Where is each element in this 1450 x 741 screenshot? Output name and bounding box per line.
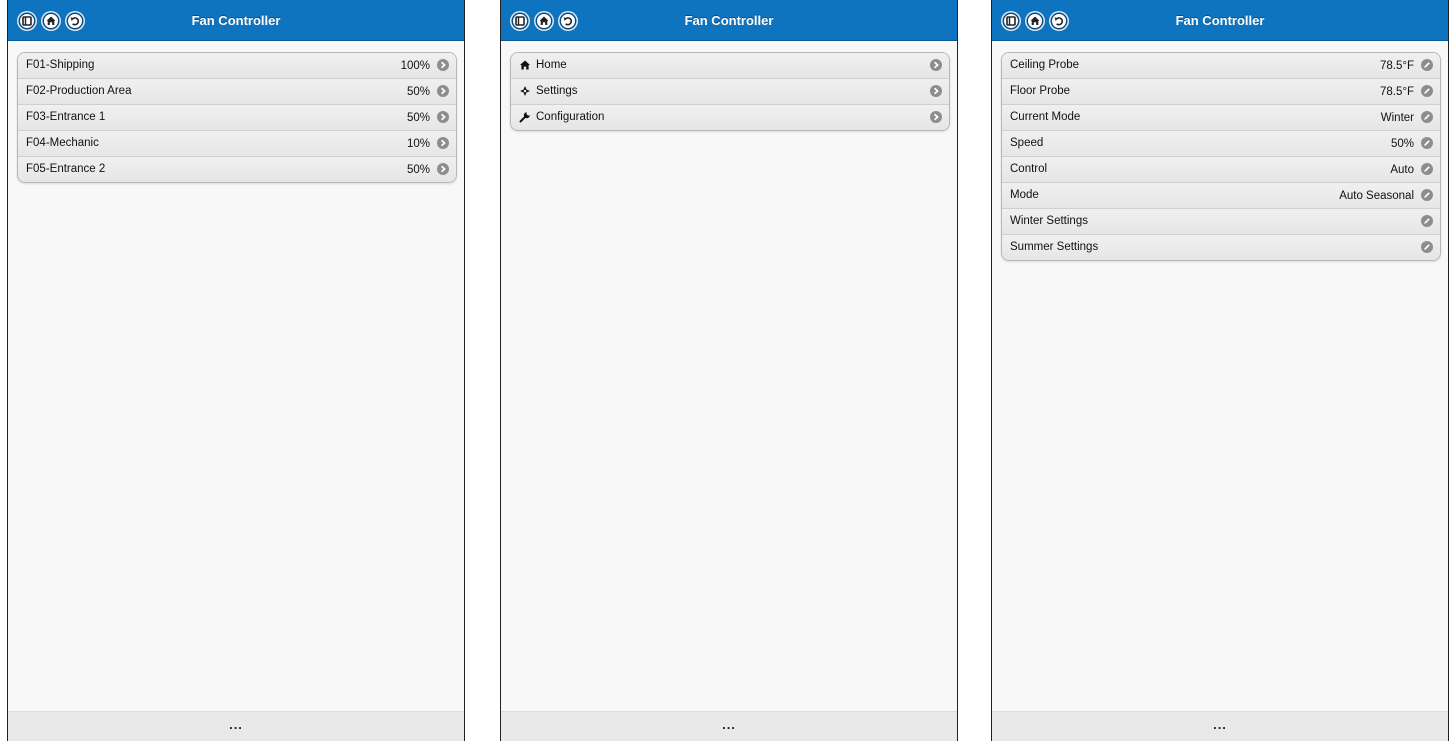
fan-speed: 10% [406, 138, 430, 150]
edit-icon [1421, 111, 1433, 123]
nav-menu: Home Settings Configuration [510, 52, 950, 131]
fan-list: F01-Shipping 100% F02-Production Area 50… [17, 52, 457, 183]
fan-label: F05-Entrance 2 [26, 163, 106, 175]
setting-value: Winter [1380, 112, 1414, 124]
setting-label: Mode [1010, 189, 1039, 201]
header-bar: Fan Controller [8, 0, 464, 41]
footer-bar: ... [992, 711, 1448, 741]
page-title: Fan Controller [191, 13, 281, 28]
setting-label: Current Mode [1010, 111, 1081, 123]
footer-ellipsis[interactable]: ... [501, 717, 957, 732]
wrench-icon [519, 111, 531, 123]
menu-item-label: Settings [536, 85, 578, 97]
edit-icon [1421, 59, 1433, 71]
setting-value: Auto [1390, 164, 1414, 176]
fan-label: F04-Mechanic [26, 137, 99, 149]
list-item[interactable]: Control Auto [1002, 156, 1440, 182]
edit-icon [1421, 215, 1433, 227]
edit-icon [1421, 189, 1433, 201]
fan-label: F01-Shipping [26, 59, 95, 71]
setting-label: Floor Probe [1010, 85, 1071, 97]
header-bar: Fan Controller [992, 0, 1448, 41]
edit-icon [1421, 137, 1433, 149]
chevron-right-icon [930, 111, 942, 123]
setting-label: Ceiling Probe [1010, 59, 1080, 71]
setting-label: Winter Settings [1010, 215, 1088, 227]
setting-value: 78.5°F [1379, 86, 1414, 98]
list-item[interactable]: F01-Shipping 100% [18, 53, 456, 78]
fan-label: F03-Entrance 1 [26, 111, 106, 123]
list-item[interactable]: Summer Settings [1002, 234, 1440, 260]
chevron-right-icon [930, 85, 942, 97]
list-item[interactable]: Speed 50% [1002, 130, 1440, 156]
fan-label: F02-Production Area [26, 85, 132, 97]
list-item[interactable]: Ceiling Probe 78.5°F [1002, 53, 1440, 78]
setting-label: Summer Settings [1010, 241, 1099, 253]
chevron-right-icon [437, 85, 449, 97]
setting-value: Auto Seasonal [1339, 190, 1414, 202]
setting-label: Speed [1010, 137, 1044, 149]
fan-speed: 50% [406, 86, 430, 98]
chevron-right-icon [437, 163, 449, 175]
list-item[interactable]: F03-Entrance 1 50% [18, 104, 456, 130]
menu-item-configuration[interactable]: Configuration [511, 104, 949, 130]
fan-speed: 100% [400, 60, 430, 72]
setting-value: 78.5°F [1379, 60, 1414, 72]
fan-speed: 50% [406, 164, 430, 176]
fan-list-panel: Fan Controller F01-Shipping 100% F02-Pro… [7, 0, 465, 741]
list-item[interactable]: F04-Mechanic 10% [18, 130, 456, 156]
fan-speed: 50% [406, 112, 430, 124]
chevron-right-icon [930, 59, 942, 71]
chevron-right-icon [437, 111, 449, 123]
edit-icon [1421, 241, 1433, 253]
page-title: Fan Controller [1175, 13, 1265, 28]
footer-ellipsis[interactable]: ... [992, 717, 1448, 732]
fan-detail-list: Ceiling Probe 78.5°F Floor Probe 78.5°F … [1001, 52, 1441, 261]
list-item[interactable]: Winter Settings [1002, 208, 1440, 234]
footer-bar: ... [8, 711, 464, 741]
setting-label: Control [1010, 163, 1048, 175]
list-item[interactable]: F05-Entrance 2 50% [18, 156, 456, 182]
home-icon [519, 59, 531, 71]
list-item[interactable]: Mode Auto Seasonal [1002, 182, 1440, 208]
menu-item-settings[interactable]: Settings [511, 78, 949, 104]
list-item[interactable]: Current Mode Winter [1002, 104, 1440, 130]
edit-icon [1421, 163, 1433, 175]
menu-panel: Fan Controller Home Settings Configurati… [500, 0, 958, 741]
menu-item-label: Configuration [536, 111, 605, 123]
setting-value: 50% [1390, 138, 1414, 150]
footer-ellipsis[interactable]: ... [8, 717, 464, 732]
page-title: Fan Controller [684, 13, 774, 28]
list-item[interactable]: F02-Production Area 50% [18, 78, 456, 104]
chevron-right-icon [437, 137, 449, 149]
chevron-right-icon [437, 59, 449, 71]
menu-item-label: Home [536, 59, 567, 71]
header-bar: Fan Controller [501, 0, 957, 41]
edit-icon [1421, 85, 1433, 97]
footer-bar: ... [501, 711, 957, 741]
fan-detail-panel: Fan Controller Ceiling Probe 78.5°F Floo… [991, 0, 1449, 741]
list-item[interactable]: Floor Probe 78.5°F [1002, 78, 1440, 104]
settings-icon [519, 85, 531, 97]
menu-item-home[interactable]: Home [511, 53, 949, 78]
